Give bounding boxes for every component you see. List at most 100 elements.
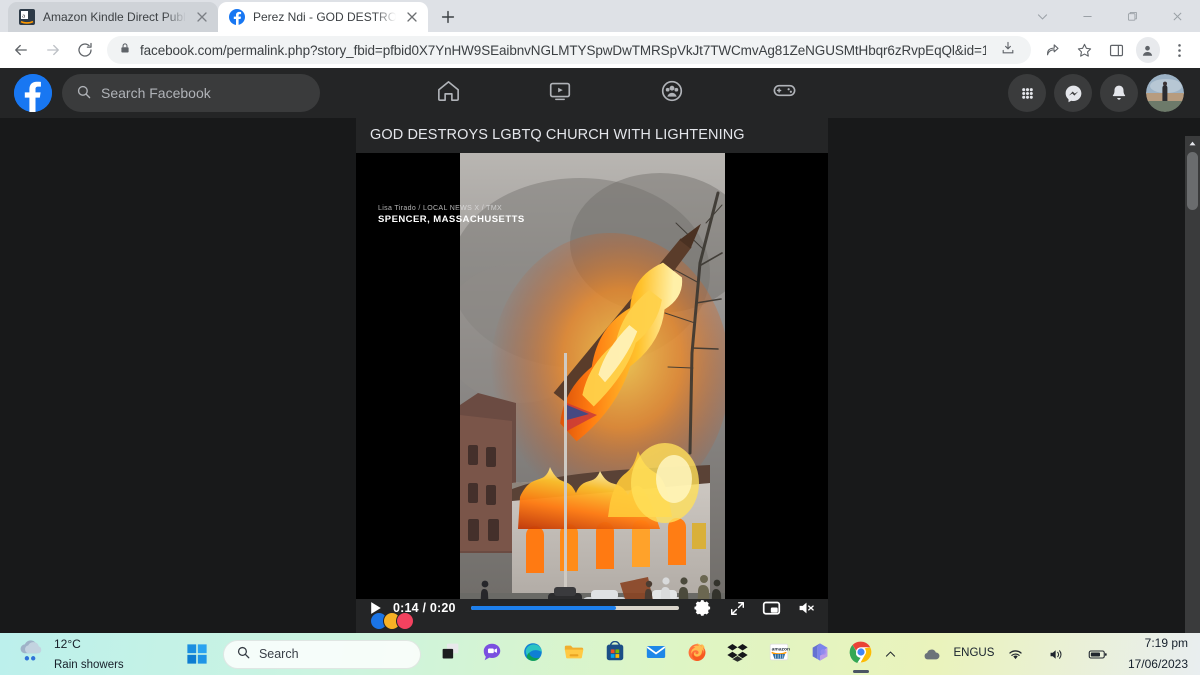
video-still-burning-church — [460, 153, 725, 625]
share-icon[interactable] — [1038, 35, 1068, 65]
close-button[interactable] — [1155, 0, 1200, 32]
taskbar-app-amazon[interactable]: amazon — [764, 639, 794, 669]
gear-icon[interactable] — [694, 599, 713, 618]
language-line-1: ENG — [953, 647, 979, 660]
facebook-icon — [229, 9, 245, 25]
browser-tab-2[interactable]: Perez Ndi - GOD DESTROYS LGBT — [218, 2, 428, 32]
browser-tab-1[interactable]: a Amazon Kindle Direct Publishing — [8, 2, 218, 32]
omnibox-actions — [995, 40, 1021, 61]
svg-text:amazon: amazon — [772, 647, 790, 652]
language-indicator[interactable]: ENG US — [953, 639, 994, 669]
microsoft-365-icon — [809, 641, 831, 668]
chevron-down-icon[interactable] — [1020, 0, 1065, 32]
svg-text:a: a — [22, 14, 25, 20]
pip-icon[interactable] — [762, 599, 781, 617]
screen: a Amazon Kindle Direct Publishing Perez … — [0, 0, 1200, 675]
clock-date: 17/06/2023 — [1127, 657, 1188, 671]
bell-icon[interactable] — [1100, 74, 1138, 112]
facebook-search-input[interactable]: Search Facebook — [62, 74, 320, 112]
folder-icon — [563, 641, 585, 668]
onedrive-icon[interactable] — [917, 639, 947, 669]
address-bar[interactable]: facebook.com/permalink.php?story_fbid=pf… — [107, 36, 1031, 64]
nav-groups[interactable] — [616, 68, 728, 118]
nav-watch[interactable] — [504, 68, 616, 118]
expand-icon[interactable] — [729, 600, 746, 617]
taskbar-app-microsoft-365[interactable] — [805, 639, 835, 669]
browser-tab-1-title: Amazon Kindle Direct Publishing — [43, 10, 186, 24]
video-player[interactable]: Lisa Tirado / LOCAL NEWS X / TMX SPENCER… — [356, 153, 828, 625]
nav-gaming[interactable] — [728, 68, 840, 118]
chevron-up-icon[interactable] — [876, 639, 906, 669]
taskbar-apps: Search amazon — [182, 639, 876, 669]
user-avatar[interactable] — [1146, 74, 1184, 112]
play-button[interactable] — [368, 599, 384, 617]
reload-icon[interactable] — [70, 35, 100, 65]
new-tab-button[interactable] — [434, 3, 462, 31]
mail-icon — [645, 641, 667, 668]
taskbar-search-box[interactable]: Search — [222, 639, 421, 669]
side-panel-icon[interactable] — [1102, 35, 1132, 65]
weather-temperature: 12°C — [54, 637, 81, 651]
facebook-header: Search Facebook — [0, 68, 1200, 118]
facebook-feed: GOD DESTROYS LGBTQ CHURCH WITH LIGHTENIN… — [0, 118, 1200, 633]
taskbar-app-chat[interactable] — [477, 639, 507, 669]
post-card: GOD DESTROYS LGBTQ CHURCH WITH LIGHTENIN… — [356, 118, 828, 625]
taskbar-app-chrome[interactable] — [846, 639, 876, 669]
facebook-nav — [392, 68, 840, 118]
video-controls: 0:14 / 0:20 — [356, 591, 828, 625]
scrollbar-thumb[interactable] — [1187, 152, 1198, 210]
search-icon — [76, 84, 92, 103]
volume-muted-icon[interactable] — [797, 599, 816, 617]
browser-toolbar: facebook.com/permalink.php?story_fbid=pf… — [0, 32, 1200, 68]
address-bar-url: facebook.com/permalink.php?story_fbid=pf… — [140, 42, 986, 58]
store-icon — [604, 640, 626, 668]
weather-widget[interactable]: 12°C Rain showers — [0, 634, 182, 674]
chrome-browser-window: a Amazon Kindle Direct Publishing Perez … — [0, 0, 1200, 633]
back-arrow-icon[interactable] — [6, 35, 36, 65]
taskbar-clock[interactable]: 7:19 pm 17/06/2023 — [1128, 633, 1188, 675]
menu-icon[interactable] — [1164, 35, 1194, 65]
nav-home[interactable] — [392, 68, 504, 118]
taskbar-app-microsoft-store[interactable] — [600, 639, 630, 669]
battery-icon[interactable] — [1083, 639, 1113, 669]
clock-time: 7:19 pm — [1144, 636, 1188, 651]
facebook-search-placeholder: Search Facebook — [101, 85, 211, 101]
profile-icon[interactable] — [1135, 37, 1160, 63]
taskbar-app-mail[interactable] — [641, 639, 671, 669]
close-icon[interactable] — [404, 9, 420, 25]
start-button[interactable] — [182, 639, 212, 669]
video-controls-right — [694, 599, 816, 618]
rain-cloud-icon — [16, 638, 45, 670]
video-progress-played — [470, 606, 617, 610]
amazon-icon: amazon — [768, 641, 790, 668]
taskbar-app-file-explorer[interactable] — [559, 639, 589, 669]
video-progress-bar[interactable] — [470, 606, 679, 610]
tab-strip: a Amazon Kindle Direct Publishing Perez … — [0, 0, 1200, 32]
facebook-logo[interactable] — [14, 74, 52, 112]
taskbar-app-firefox[interactable] — [682, 639, 712, 669]
wifi-icon[interactable] — [1001, 639, 1031, 669]
weather-condition: Rain showers — [54, 659, 124, 671]
browser-tab-2-title: Perez Ndi - GOD DESTROYS LGBT — [253, 10, 396, 24]
minimize-button[interactable] — [1065, 0, 1110, 32]
groups-icon — [659, 78, 685, 109]
weather-text: 12°C Rain showers — [54, 634, 124, 674]
home-icon — [435, 77, 462, 109]
download-icon[interactable] — [995, 40, 1021, 61]
taskbar-app-task-view[interactable] — [436, 639, 466, 669]
watch-video-icon — [547, 78, 573, 109]
bookmark-star-icon[interactable] — [1070, 35, 1100, 65]
dropbox-icon — [727, 641, 749, 667]
gaming-controller-icon — [771, 77, 798, 109]
forward-arrow-icon[interactable] — [38, 35, 68, 65]
close-icon[interactable] — [194, 9, 210, 25]
scroll-up-arrow-icon[interactable] — [1185, 136, 1200, 150]
speaker-icon[interactable] — [1042, 639, 1072, 669]
taskbar-app-edge[interactable] — [518, 639, 548, 669]
language-line-2: US — [978, 647, 995, 660]
grid-menu-icon[interactable] — [1008, 74, 1046, 112]
page-scrollbar[interactable] — [1185, 136, 1200, 633]
messenger-icon[interactable] — [1054, 74, 1092, 112]
taskbar-app-dropbox[interactable] — [723, 639, 753, 669]
maximize-button[interactable] — [1110, 0, 1155, 32]
